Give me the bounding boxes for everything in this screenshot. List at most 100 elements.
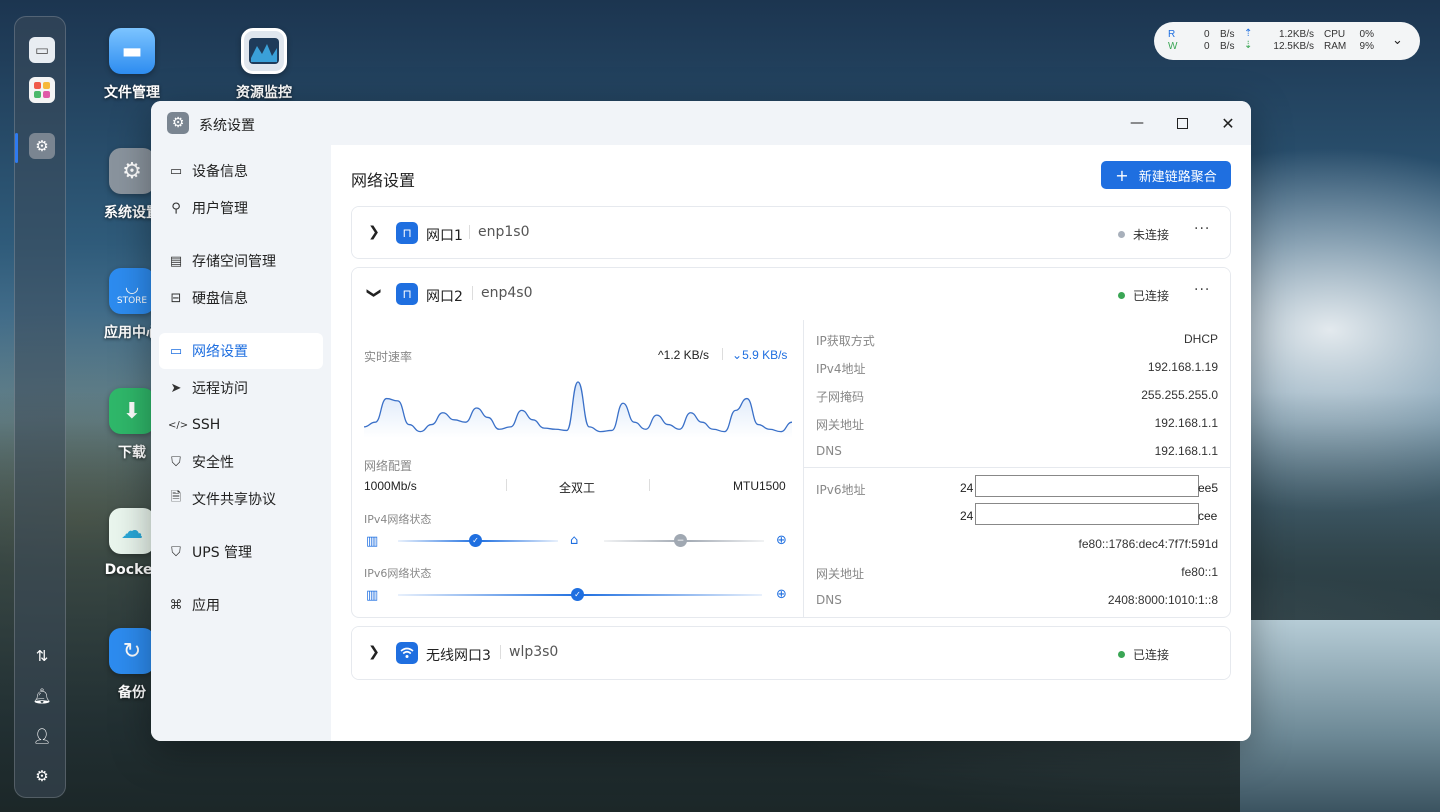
dock: ▭ ⚙ ⇅ 🔔︎ 👤︎ ⚙ <box>14 16 66 798</box>
docker-icon: ☁ <box>109 508 155 554</box>
system-status-widget[interactable]: R W 0 B/s 0 B/s ⇡ ⇣ 1.2KB/s 12.5KB/s CPU… <box>1154 22 1420 60</box>
speed-chart <box>364 381 792 438</box>
check-icon: ✓ <box>469 534 482 547</box>
ethernet-port-icon: ⊓ <box>396 222 418 244</box>
sidebar-item-ups[interactable]: ⛉ UPS 管理 <box>159 534 323 570</box>
expand-chevron-icon[interactable]: ⌄ <box>1392 32 1403 48</box>
port-node-icon: ▥ <box>366 588 379 603</box>
status-text: 未连接 <box>1133 228 1170 242</box>
config-divider <box>649 479 650 491</box>
chevron-down-icon[interactable]: ❯ <box>366 285 382 301</box>
add-button-label: 新建链路聚合 <box>1138 169 1217 185</box>
close-button[interactable]: ✕ <box>1218 113 1238 133</box>
sidebar-item-label: 设备信息 <box>192 164 248 180</box>
port-header[interactable]: ❯ ⊓ 网口1 enp1s0 未连接 ··· <box>352 207 1230 258</box>
write-value: 0 <box>1204 41 1210 52</box>
port-name: 网口2 <box>426 289 463 305</box>
port-status: 已连接 <box>1118 646 1169 663</box>
minus-icon: − <box>674 534 687 547</box>
settings-window: ⚙ 系统设置 — ✕ ▭ 设备信息 ⚲ 用户管理 ▤ 存储空间管理 ⊟ 硬盘信息 ▭ 网络… <box>151 101 1251 741</box>
download-value: 12.5KB/s <box>1273 41 1314 52</box>
bell-icon[interactable]: 🔔︎ <box>29 683 55 709</box>
ram-label: RAM <box>1324 41 1347 52</box>
maximize-button[interactable] <box>1172 113 1192 133</box>
activity-chart-icon <box>241 28 287 74</box>
network-icon: ▭ <box>169 343 183 359</box>
kv-key: 网关地址 <box>816 418 865 432</box>
sidebar-item-users[interactable]: ⚲ 用户管理 <box>159 190 323 226</box>
port-card-3: ❯ 无线网口3 wlp3s0 已连接 <box>351 626 1231 680</box>
upload-speed: ^1.2 KB/s <box>658 348 709 362</box>
wallpaper-lake <box>1240 620 1440 812</box>
ipv6-addr2-suffix: cee <box>1198 509 1218 523</box>
status-text: 已连接 <box>1133 289 1170 303</box>
kv-key: IPv4地址 <box>816 362 866 376</box>
plus-icon: + <box>1115 165 1129 185</box>
transfer-icon[interactable]: ⇅ <box>29 643 55 669</box>
port-header[interactable]: ❯ 无线网口3 wlp3s0 已连接 <box>352 627 1230 679</box>
read-value: 0 <box>1204 29 1210 40</box>
desktop-icon-files[interactable]: ▬ 文件管理 <box>87 28 177 102</box>
sidebar: ▭ 设备信息 ⚲ 用户管理 ▤ 存储空间管理 ⊟ 硬盘信息 ▭ 网络设置 ➤ 远程访问 </… <box>151 145 331 741</box>
sidebar-item-apps[interactable]: ⌘ 应用 <box>159 587 323 623</box>
ram-value: 9% <box>1359 41 1374 52</box>
sidebar-item-remote[interactable]: ➤ 远程访问 <box>159 370 323 406</box>
ipv6-dns-label: DNS <box>816 593 842 607</box>
desktop-icon-label: 资源监控 <box>236 85 292 101</box>
sidebar-item-file-sharing[interactable]: 🗎︎ 文件共享协议 <box>159 481 323 517</box>
redaction-box <box>975 503 1199 525</box>
settings-icon: ⚙ <box>167 112 189 134</box>
sidebar-item-label: 网络设置 <box>192 344 248 360</box>
user-icon[interactable]: 👤︎ <box>29 723 55 749</box>
backup-icon: ↻ <box>109 628 155 674</box>
sidebar-item-label: 用户管理 <box>192 201 248 217</box>
port-name: 无线网口3 <box>426 648 491 664</box>
more-options-button[interactable]: ··· <box>1194 221 1210 237</box>
sidebar-item-label: SSH <box>192 417 221 433</box>
upload-value: 1.2KB/s <box>1278 29 1314 40</box>
sidebar-item-network[interactable]: ▭ 网络设置 <box>159 333 323 369</box>
upload-arrow-icon: ⇡ <box>1244 28 1253 39</box>
port-name: 网口1 <box>426 228 463 244</box>
apps-grid-icon[interactable] <box>29 77 55 103</box>
kv-value: DHCP <box>1183 332 1218 346</box>
ipv6-address-label: IPv6地址 <box>816 483 866 497</box>
sidebar-item-disk[interactable]: ⊟ 硬盘信息 <box>159 280 323 316</box>
port-card-2: ❯ ⊓ 网口2 enp4s0 已连接 ··· 实时速率 ^1.2 KB/s ⌄5… <box>351 267 1231 618</box>
store-badge: STORE <box>116 295 148 306</box>
shield-check-icon: ⛉ <box>171 454 181 470</box>
ipv6-addr1-suffix: ee5 <box>1198 481 1219 495</box>
section-divider <box>804 467 1230 468</box>
gear-icon[interactable]: ⚙ <box>29 763 55 789</box>
kv-value: 192.168.1.1 <box>1154 444 1218 458</box>
desktop-icon-monitor[interactable]: 资源监控 <box>219 28 309 102</box>
sidebar-item-ssh[interactable]: </> SSH <box>159 407 323 443</box>
port-status: 未连接 <box>1118 226 1169 243</box>
sidebar-item-device[interactable]: ▭ 设备信息 <box>159 153 323 189</box>
minimize-button[interactable]: — <box>1127 113 1147 133</box>
sidebar-item-storage[interactable]: ▤ 存储空间管理 <box>159 243 323 279</box>
speed-divider <box>722 348 723 360</box>
port-device: enp1s0 <box>469 225 529 239</box>
link-speed: 1000Mb/s <box>364 479 417 493</box>
port-status: 已连接 <box>1118 287 1169 304</box>
download-icon: ⬇ <box>109 388 155 434</box>
port-header[interactable]: ❯ ⊓ 网口2 enp4s0 已连接 ··· <box>352 268 1230 320</box>
config-label: 网络配置 <box>364 459 413 473</box>
monitor-icon[interactable]: ▭ <box>29 37 55 63</box>
add-link-aggregation-button[interactable]: + 新建链路聚合 <box>1101 161 1231 189</box>
file-icon: 🗎︎ <box>170 490 182 505</box>
kv-value: 192.168.1.19 <box>1147 360 1218 374</box>
ipv6-addr2-prefix: 24 <box>960 509 974 523</box>
more-options-button[interactable]: ··· <box>1194 282 1210 298</box>
device-icon: ▭ <box>169 163 183 179</box>
sidebar-item-security[interactable]: ⛉ 安全性 <box>159 444 323 480</box>
dock-active-indicator <box>15 133 18 163</box>
store-icon: ◡ STORE <box>109 268 155 314</box>
cpu-value: 0% <box>1359 29 1374 40</box>
ipv4-state-label: IPv4网络状态 <box>364 513 432 526</box>
settings-icon[interactable]: ⚙ <box>29 133 55 159</box>
chevron-right-icon[interactable]: ❯ <box>366 644 382 660</box>
page-title: 网络设置 <box>351 171 416 190</box>
chevron-right-icon[interactable]: ❯ <box>366 224 382 240</box>
